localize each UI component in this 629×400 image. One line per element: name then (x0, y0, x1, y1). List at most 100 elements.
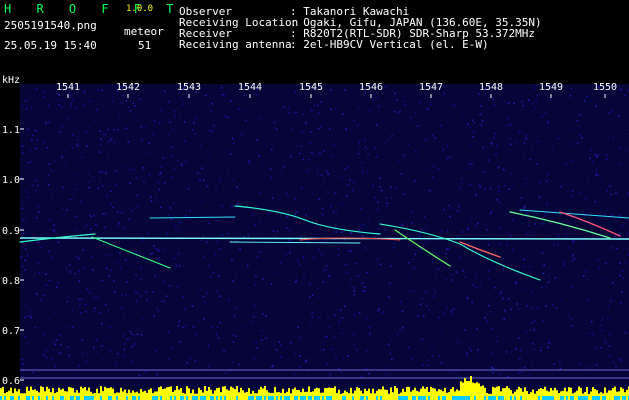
level-column (254, 393, 256, 400)
noise-speck (198, 319, 200, 321)
level-cyan-segment (314, 396, 316, 400)
noise-speck (411, 222, 413, 224)
noise-speck (423, 215, 425, 218)
level-column (290, 393, 292, 400)
noise-speck (335, 192, 337, 194)
noise-speck (377, 309, 379, 312)
level-column (396, 388, 398, 400)
noise-speck (311, 151, 313, 154)
level-column (448, 392, 450, 400)
noise-speck (472, 284, 475, 286)
level-cyan-segment (304, 396, 306, 400)
level-cyan-segment (294, 396, 296, 400)
noise-speck (101, 185, 104, 187)
noise-speck (484, 203, 486, 205)
noise-speck (595, 174, 597, 176)
noise-speck (215, 188, 217, 190)
noise-speck (342, 113, 344, 115)
noise-speck (185, 215, 187, 217)
noise-speck (361, 171, 363, 174)
noise-speck (524, 205, 526, 208)
noise-speck (608, 345, 611, 347)
noise-speck (484, 187, 486, 190)
noise-speck (399, 328, 402, 331)
noise-speck (479, 186, 482, 188)
noise-speck (22, 151, 24, 154)
noise-speck (346, 195, 348, 198)
noise-speck (83, 266, 85, 269)
level-column (506, 386, 508, 400)
noise-speck (618, 358, 620, 360)
level-cyan-segment (514, 396, 516, 400)
level-cyan-segment (126, 396, 128, 400)
noise-speck (560, 221, 563, 224)
noise-speck (458, 187, 460, 190)
noise-speck (472, 119, 474, 121)
noise-speck (275, 128, 278, 130)
noise-speck (445, 279, 448, 281)
noise-speck (314, 116, 316, 118)
level-column (198, 387, 200, 400)
noise-speck (365, 247, 367, 249)
noise-speck (21, 358, 23, 361)
noise-speck (219, 295, 221, 298)
noise-speck (78, 280, 80, 282)
noise-speck (155, 199, 158, 201)
noise-speck (417, 157, 419, 159)
noise-speck (105, 254, 107, 256)
level-cyan-segment (442, 396, 444, 400)
noise-speck (489, 188, 492, 190)
noise-speck (326, 363, 328, 365)
noise-speck (75, 215, 78, 218)
noise-speck (386, 205, 388, 207)
noise-speck (310, 130, 312, 133)
noise-speck (224, 247, 226, 249)
noise-speck (253, 357, 255, 360)
noise-speck (528, 374, 530, 376)
level-column (122, 391, 124, 400)
x-tick-label: 1544 (238, 82, 262, 93)
noise-speck (45, 356, 48, 358)
noise-speck (191, 305, 194, 307)
noise-speck (361, 162, 363, 164)
noise-speck (608, 354, 611, 357)
noise-speck (462, 115, 465, 118)
level-column (612, 388, 614, 400)
noise-speck (619, 215, 621, 217)
level-column (356, 387, 358, 400)
noise-speck (199, 145, 202, 148)
level-column (386, 389, 388, 400)
noise-speck (59, 131, 62, 134)
level-cyan-segment (380, 396, 382, 400)
level-column (540, 388, 542, 400)
noise-speck (38, 272, 41, 274)
level-cyan-segment (458, 396, 460, 400)
noise-speck (327, 191, 329, 193)
noise-speck (58, 334, 60, 336)
noise-speck (322, 281, 324, 283)
noise-speck (585, 197, 587, 199)
noise-speck (238, 108, 240, 110)
noise-speck (23, 232, 25, 234)
level-cyan-segment (438, 396, 440, 400)
noise-speck (567, 116, 569, 118)
noise-speck (247, 234, 249, 236)
noise-speck (54, 343, 57, 346)
level-column (364, 388, 366, 400)
noise-speck (539, 349, 542, 352)
noise-speck (446, 248, 448, 250)
noise-speck (421, 338, 423, 340)
noise-speck (303, 258, 306, 261)
noise-speck (239, 134, 241, 137)
noise-speck (77, 143, 79, 145)
noise-speck (51, 256, 54, 259)
noise-speck (112, 95, 114, 98)
noise-speck (31, 184, 34, 187)
noise-speck (557, 235, 559, 237)
noise-speck (498, 139, 500, 141)
noise-speck (117, 225, 120, 227)
noise-speck (445, 252, 447, 255)
noise-speck (94, 307, 96, 310)
noise-speck (471, 301, 473, 303)
level-column (512, 393, 514, 400)
